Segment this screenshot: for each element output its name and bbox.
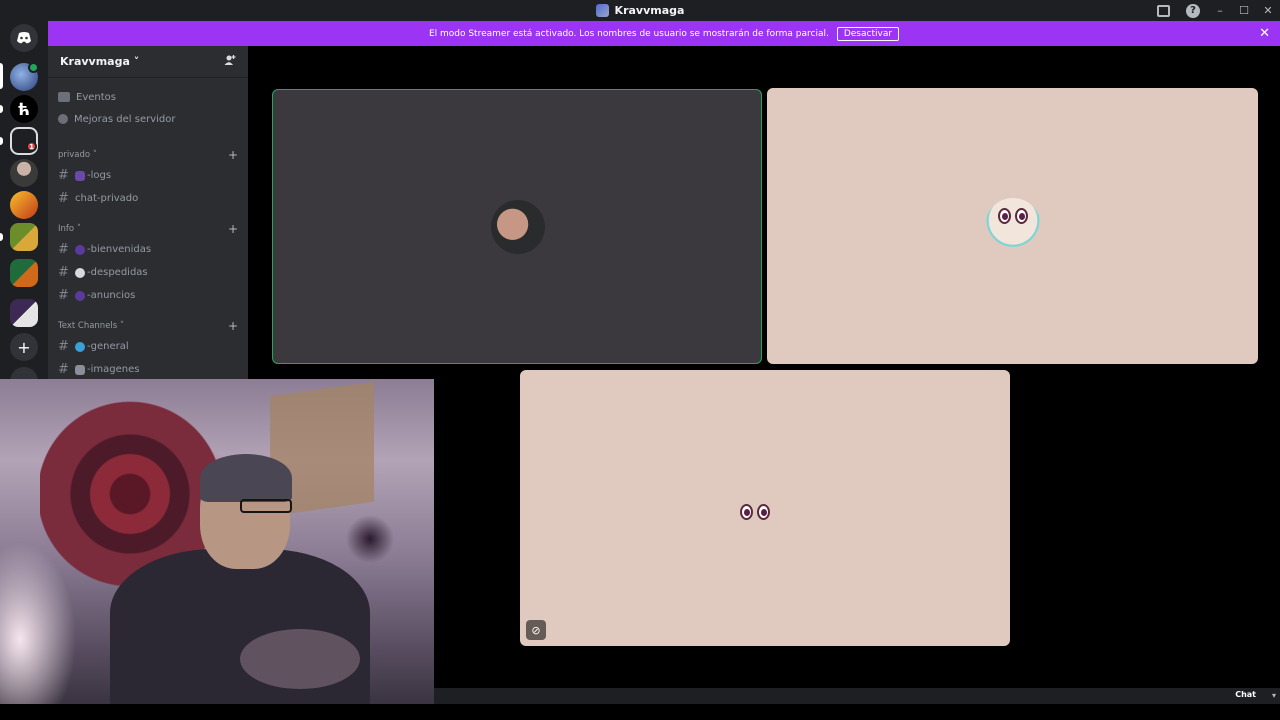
create-channel-icon[interactable]: +	[228, 222, 238, 236]
purple-emoji-icon	[75, 290, 85, 301]
nav-server-boosts-label: Mejoras del servidor	[74, 113, 176, 125]
channel-despedidas[interactable]: # -despedidas	[48, 261, 248, 284]
video-off-icon: ⊘	[526, 620, 546, 640]
category-info[interactable]: Info ˅ +	[48, 220, 248, 238]
participant-avatar-3	[740, 504, 770, 520]
disable-streamer-mode-button[interactable]: Desactivar	[836, 26, 900, 41]
create-channel-icon[interactable]: +	[228, 319, 238, 333]
server-icon	[595, 4, 609, 17]
close-banner-button[interactable]: ✕	[1259, 26, 1270, 41]
server-rail: ћ 1 +	[0, 21, 48, 381]
text-channel-icon: #	[58, 288, 69, 303]
avatar-eye-icon	[998, 208, 1011, 224]
text-channel-icon: #	[58, 339, 69, 354]
discord-logo-icon	[17, 32, 31, 44]
wave-emoji-icon	[75, 267, 85, 278]
streamer-mode-banner: El modo Streamer está activado. Los nomb…	[48, 21, 1280, 46]
participant-tile-2[interactable]	[767, 88, 1258, 364]
avatar-eye-icon	[740, 504, 753, 520]
text-channel-icon: #	[58, 168, 69, 183]
chevron-down-icon[interactable]: ▾	[1272, 691, 1276, 700]
invite-people-icon[interactable]	[224, 54, 236, 69]
avatar-eye-icon	[1015, 208, 1028, 224]
text-channel-icon: #	[58, 362, 69, 377]
text-channel-icon: #	[58, 242, 69, 257]
minimize-button[interactable]: –	[1208, 4, 1232, 17]
server-activity-badge	[28, 62, 39, 73]
channel-bienvenidas-label: -bienvenidas	[87, 244, 152, 255]
server-icon-4[interactable]	[10, 159, 38, 187]
globe-emoji-icon	[75, 341, 85, 352]
unread-indicator-2	[0, 137, 3, 145]
category-text-channels[interactable]: Text Channels ˅ +	[48, 317, 248, 335]
bottom-strip	[0, 704, 1280, 720]
category-privado[interactable]: privado ˅ +	[48, 146, 248, 164]
category-text-channels-label: Text Channels ˅	[58, 321, 125, 331]
inbox-icon[interactable]	[1157, 4, 1170, 17]
channel-despedidas-label: -despedidas	[87, 267, 148, 278]
server-folder-3[interactable]	[10, 299, 38, 327]
category-privado-label: privado ˅	[58, 150, 98, 160]
channel-general-label: -general	[87, 341, 129, 352]
nav-events-label: Eventos	[76, 91, 116, 103]
server-icon-2[interactable]: ћ	[10, 95, 38, 123]
participant-avatar-1	[491, 200, 545, 254]
channel-chat-privado-label: chat-privado	[75, 193, 139, 204]
webcam-person-beanie	[200, 454, 292, 502]
title-bar: Kravvmaga ? – ☐ ✕	[0, 0, 1280, 21]
camera-emoji-icon	[75, 364, 85, 375]
webcam-person-glasses	[240, 499, 292, 513]
direct-messages-button[interactable]	[10, 24, 38, 52]
server-name: Kravvmaga ˅	[60, 55, 140, 68]
channel-anuncios-label: -anuncios	[87, 290, 136, 301]
participant-tile-1[interactable]	[272, 89, 762, 364]
mention-badge: 1	[26, 141, 37, 152]
channel-imagenes-label: -imagenes	[87, 364, 140, 375]
unread-indicator-3	[0, 233, 3, 241]
channel-sidebar: Kravvmaga ˅ Eventos Mejoras del servidor…	[48, 46, 248, 381]
channel-chat-privado[interactable]: # chat-privado	[48, 187, 248, 210]
channel-general[interactable]: # -general	[48, 335, 248, 358]
streamer-mode-message: El modo Streamer está activado. Los nomb…	[428, 28, 829, 39]
add-server-button[interactable]: +	[10, 333, 38, 361]
unread-indicator	[0, 105, 3, 113]
channel-logs-label: -logs	[87, 170, 112, 181]
participant-tile-3[interactable]: ⊘	[520, 370, 1010, 646]
server-folder-1[interactable]	[10, 223, 38, 251]
channel-imagenes[interactable]: # -imagenes	[48, 358, 248, 381]
participant-avatar-2	[985, 198, 1041, 254]
calendar-icon	[58, 92, 70, 102]
notebook-emoji-icon	[75, 170, 85, 181]
maximize-button[interactable]: ☐	[1232, 4, 1256, 17]
close-window-button[interactable]: ✕	[1256, 4, 1280, 17]
create-channel-icon[interactable]: +	[228, 148, 238, 162]
channel-bienvenidas[interactable]: # -bienvenidas	[48, 238, 248, 261]
chat-toggle-button[interactable]: Chat	[1235, 690, 1256, 699]
text-channel-icon: #	[58, 265, 69, 280]
text-channel-icon: #	[58, 191, 69, 206]
nav-events[interactable]: Eventos	[48, 86, 248, 108]
channel-logs[interactable]: # -logs	[48, 164, 248, 187]
avatar-eye-icon	[757, 504, 770, 520]
server-icon-5[interactable]	[10, 191, 38, 219]
webcam-person-hand	[240, 629, 360, 689]
window-title: Kravvmaga	[614, 4, 685, 17]
server-header[interactable]: Kravvmaga ˅	[48, 46, 248, 78]
category-info-label: Info ˅	[58, 224, 82, 234]
purple-emoji-icon	[75, 244, 85, 255]
nav-server-boosts[interactable]: Mejoras del servidor	[48, 108, 248, 130]
call-bottom-bar: Chat ▾	[434, 688, 1280, 704]
channel-anuncios[interactable]: # -anuncios	[48, 284, 248, 307]
boost-icon	[58, 114, 68, 124]
help-icon[interactable]: ?	[1186, 3, 1200, 18]
webcam-overlay	[0, 379, 434, 704]
active-server-indicator	[0, 63, 3, 89]
server-folder-2[interactable]	[10, 259, 38, 287]
